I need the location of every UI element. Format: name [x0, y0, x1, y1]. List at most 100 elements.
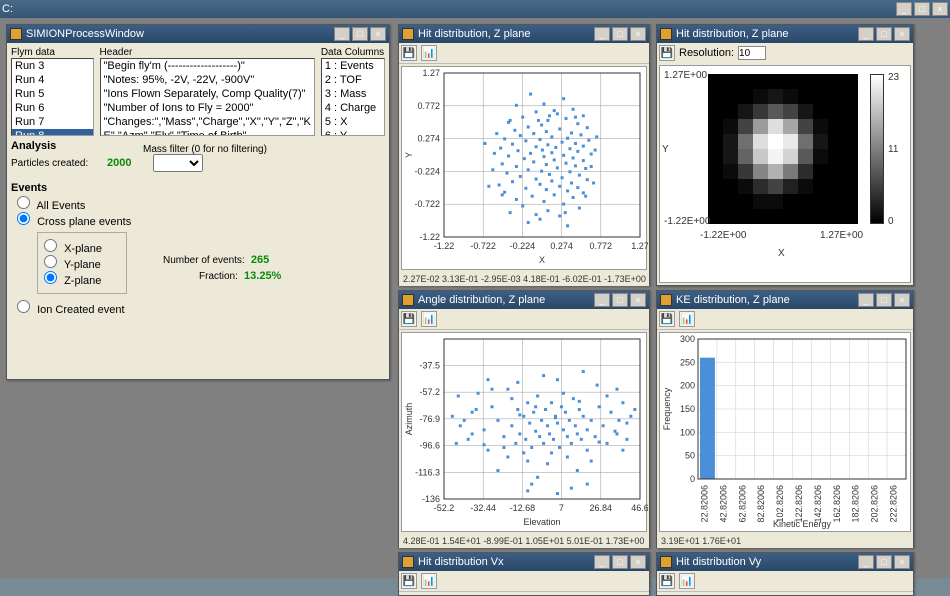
hit-z2-window: Hit distribution, Z plane_□× 💾Resolution… [656, 24, 914, 286]
maximize-button[interactable]: □ [876, 293, 892, 307]
svg-text:-12.68: -12.68 [510, 503, 536, 513]
export-icon[interactable]: 📊 [421, 45, 437, 61]
save-icon[interactable]: 💾 [659, 311, 675, 327]
svg-text:250: 250 [680, 357, 695, 367]
hit-z2-titlebar[interactable]: Hit distribution, Z plane _□× [657, 25, 913, 43]
svg-text:182.8206: 182.8206 [851, 485, 861, 523]
runs-listbox[interactable]: Run 3Run 4Run 5Run 6Run 7Run 8Run 9 [11, 58, 94, 136]
close-button[interactable]: × [630, 293, 646, 307]
save-icon[interactable]: 💾 [659, 573, 675, 589]
datacols-listbox[interactable]: 1 : Events2 : TOF3 : Mass4 : Charge5 : X… [321, 58, 385, 136]
close-button[interactable]: × [932, 2, 948, 16]
minimize-button[interactable]: _ [594, 27, 610, 41]
save-icon[interactable]: 💾 [401, 311, 417, 327]
svg-text:22.82006: 22.82006 [699, 485, 709, 523]
close-button[interactable]: × [630, 27, 646, 41]
colorbar [870, 74, 884, 224]
minimize-button[interactable]: _ [858, 293, 874, 307]
svg-text:X: X [539, 255, 545, 265]
svg-text:-57.2: -57.2 [419, 387, 440, 397]
save-icon[interactable]: 💾 [401, 573, 417, 589]
maximize-button[interactable]: □ [876, 555, 892, 569]
flym-label: Flym data [11, 47, 94, 58]
save-icon[interactable]: 💾 [659, 45, 675, 61]
svg-text:122.8206: 122.8206 [794, 485, 804, 523]
close-button[interactable]: × [370, 27, 386, 41]
svg-text:46.6: 46.6 [631, 503, 648, 513]
opt-cross-plane[interactable]: Cross plane events [17, 216, 131, 228]
svg-text:-52.2: -52.2 [434, 503, 455, 513]
ke-titlebar[interactable]: KE distribution, Z plane_□× [657, 291, 913, 309]
svg-text:Kinetic Energy: Kinetic Energy [773, 519, 832, 529]
minimize-button[interactable]: _ [858, 555, 874, 569]
svg-text:1.27: 1.27 [631, 241, 648, 251]
svg-text:82.82006: 82.82006 [756, 485, 766, 523]
hit-z-title: Hit distribution, Z plane [418, 28, 531, 40]
process-window-title: SIMIONProcessWindow [26, 28, 144, 40]
minimize-button[interactable]: _ [896, 2, 912, 16]
window-icon [660, 556, 672, 568]
cbar-max: 23 [888, 72, 899, 83]
close-button[interactable]: × [894, 293, 910, 307]
xtick: 1.27E+00 [820, 230, 863, 241]
svg-text:0.274: 0.274 [550, 241, 573, 251]
angle-titlebar[interactable]: Angle distribution, Z plane_□× [399, 291, 649, 309]
hit-vx-titlebar[interactable]: Hit distribution Vx_□× [399, 553, 649, 571]
hit-vy-titlebar[interactable]: Hit distribution Vy_□× [657, 553, 913, 571]
opt-all-events[interactable]: All Events [17, 200, 85, 212]
minimize-button[interactable]: _ [594, 293, 610, 307]
events-heading: Events [11, 182, 385, 194]
close-button[interactable]: × [630, 555, 646, 569]
maximize-button[interactable]: □ [914, 2, 930, 16]
svg-text:-32.44: -32.44 [470, 503, 496, 513]
svg-text:Azimuth: Azimuth [404, 403, 414, 436]
svg-text:26.84: 26.84 [590, 503, 613, 513]
maximize-button[interactable]: □ [876, 27, 892, 41]
svg-text:-0.722: -0.722 [470, 241, 496, 251]
minimize-button[interactable]: _ [334, 27, 350, 41]
svg-text:0.772: 0.772 [590, 241, 613, 251]
maximize-button[interactable]: □ [612, 293, 628, 307]
maximize-button[interactable]: □ [612, 27, 628, 41]
export-icon[interactable]: 📊 [679, 573, 695, 589]
nevents-value: 265 [251, 254, 269, 266]
resolution-input[interactable] [738, 46, 766, 60]
mdi-workspace: SIMIONProcessWindow _ □ × Flym data Run … [0, 18, 950, 578]
export-icon[interactable]: 📊 [421, 573, 437, 589]
svg-text:202.8206: 202.8206 [870, 485, 880, 523]
close-button[interactable]: × [894, 555, 910, 569]
window-icon [402, 556, 414, 568]
export-icon[interactable]: 📊 [679, 311, 695, 327]
svg-text:102.8206: 102.8206 [775, 485, 785, 523]
svg-text:-96.6: -96.6 [419, 441, 440, 451]
minimize-button[interactable]: _ [594, 555, 610, 569]
opt-ion-created[interactable]: Ion Created event [17, 300, 385, 316]
angle-window: Angle distribution, Z plane_□× 💾📊 -52.2 -… [398, 290, 650, 548]
opt-z-plane[interactable]: Z-plane [44, 275, 101, 287]
header-listbox[interactable]: "Begin fly'm (-------------------)""Note… [100, 58, 315, 136]
svg-text:42.82006: 42.82006 [718, 485, 728, 523]
svg-text:Elevation: Elevation [523, 517, 560, 527]
export-icon[interactable]: 📊 [421, 311, 437, 327]
ke-chart: 05010015020025030022.8200642.8200662.820… [659, 332, 911, 532]
maximize-button[interactable]: □ [352, 27, 368, 41]
hit-z2-chart: 23 11 0 1.27E+00 -1.22E+00 Y -1.22E+00 1… [659, 65, 911, 283]
svg-text:300: 300 [680, 334, 695, 344]
svg-text:-76.9: -76.9 [419, 414, 440, 424]
opt-x-plane[interactable]: X-plane [44, 243, 102, 255]
close-button[interactable]: × [894, 27, 910, 41]
svg-text:0.772: 0.772 [417, 101, 440, 111]
save-icon[interactable]: 💾 [401, 45, 417, 61]
ylabel: Y [662, 144, 669, 155]
hit-z2-title: Hit distribution, Z plane [676, 28, 789, 40]
hit-z-titlebar[interactable]: Hit distribution, Z plane _□× [399, 25, 649, 43]
massfilter-label: Mass filter (0 for no filtering) [143, 144, 267, 155]
massfilter-select[interactable] [153, 154, 203, 172]
process-window-titlebar[interactable]: SIMIONProcessWindow _ □ × [7, 25, 389, 43]
svg-text:62.82006: 62.82006 [737, 485, 747, 523]
minimize-button[interactable]: _ [858, 27, 874, 41]
maximize-button[interactable]: □ [612, 555, 628, 569]
svg-text:0: 0 [690, 474, 695, 484]
hit-z-stats: 2.27E-02 3.13E-01 -2.95E-03 4.18E-01 -6.… [399, 272, 649, 286]
opt-y-plane[interactable]: Y-plane [44, 259, 101, 271]
